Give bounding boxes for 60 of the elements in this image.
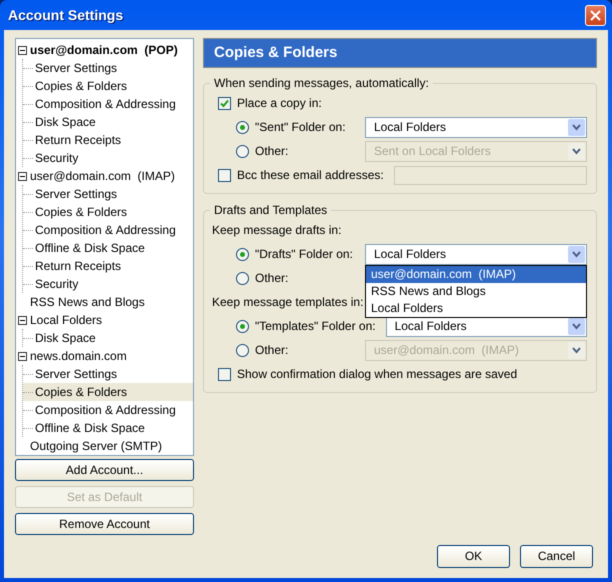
checkbox[interactable] <box>218 368 231 380</box>
tree-item[interactable]: news.domain.com <box>28 348 129 364</box>
radio-label: Other: <box>255 144 290 158</box>
checkbox-label: Place a copy in: <box>237 96 322 110</box>
tree-item[interactable]: Server Settings <box>33 366 120 382</box>
collapse-icon[interactable] <box>18 316 27 324</box>
tree-item[interactable]: Composition & Addressing <box>33 96 178 112</box>
tree-item[interactable]: RSS News and Blogs <box>28 294 147 310</box>
radio-button[interactable] <box>236 144 249 158</box>
dropdown-option[interactable]: user@domain.com (IMAP) <box>366 266 586 282</box>
checkbox-label: Bcc these email addresses: <box>237 168 384 182</box>
checkbox[interactable] <box>218 168 231 182</box>
tree-item[interactable]: Server Settings <box>33 60 120 76</box>
section-label: Keep message drafts in: <box>212 222 342 238</box>
section-label: Keep message templates in: <box>212 294 364 310</box>
tree-item[interactable]: Copies & Folders <box>33 78 130 94</box>
dialog-button[interactable]: OK <box>437 545 510 568</box>
tree-item[interactable]: Disk Space <box>33 114 98 130</box>
radio-button[interactable] <box>236 248 249 260</box>
radio-label: Other: <box>255 342 290 358</box>
dialog-button[interactable]: Cancel <box>520 545 593 568</box>
account-button[interactable]: Add Account... <box>15 459 194 481</box>
tree-item[interactable]: Offline & Disk Space <box>33 420 147 436</box>
radio-button[interactable] <box>236 120 249 134</box>
account-button[interactable]: Remove Account <box>15 513 194 535</box>
collapse-icon[interactable] <box>18 172 27 180</box>
tree-item[interactable]: Security <box>33 276 80 292</box>
radio-label: "Drafts" Folder on: <box>255 246 354 262</box>
radio-label: "Templates" Folder on: <box>255 318 376 334</box>
radio-button[interactable] <box>236 320 249 332</box>
tree-item[interactable]: user@domain.com (POP) <box>28 42 180 58</box>
radio-label: "Sent" Folder on: <box>255 120 347 134</box>
close-icon <box>590 10 601 20</box>
tree-item[interactable]: Disk Space <box>33 330 98 346</box>
tree-item[interactable]: Composition & Addressing <box>33 222 178 238</box>
radio-button[interactable] <box>236 272 249 284</box>
panel-header: Copies & Folders <box>203 38 597 68</box>
tree-item[interactable]: Composition & Addressing <box>33 402 178 418</box>
dropdown-option[interactable]: RSS News and Blogs <box>366 282 586 300</box>
tree-item[interactable]: Return Receipts <box>33 132 124 148</box>
tree-item[interactable]: Outgoing Server (SMTP) <box>28 438 164 454</box>
checkbox-label: Show confirmation dialog when messages are saved <box>237 366 518 382</box>
tree-item[interactable]: Local Folders <box>28 312 104 328</box>
close-button[interactable] <box>585 4 606 26</box>
collapse-icon[interactable] <box>18 352 27 360</box>
tree-item[interactable]: Server Settings <box>33 186 120 202</box>
group-label: Drafts and Templates <box>213 204 328 216</box>
radio-button[interactable] <box>236 344 249 356</box>
window-title: Account Settings <box>8 6 124 24</box>
tree-item[interactable]: Return Receipts <box>33 258 124 274</box>
collapse-icon[interactable] <box>18 46 27 54</box>
tree-item[interactable]: user@domain.com (IMAP) <box>28 168 177 184</box>
tree-item[interactable]: Copies & Folders <box>33 204 130 220</box>
dropdown-option[interactable]: Local Folders <box>366 300 586 316</box>
group-label: When sending messages, automatically: <box>213 77 430 89</box>
tree-item[interactable]: Offline & Disk Space <box>33 240 147 256</box>
dropdown[interactable]: Local Folders <box>365 116 587 138</box>
tree-item[interactable]: Security <box>33 150 80 166</box>
checkbox[interactable] <box>218 96 231 110</box>
radio-label: Other: <box>255 270 290 286</box>
